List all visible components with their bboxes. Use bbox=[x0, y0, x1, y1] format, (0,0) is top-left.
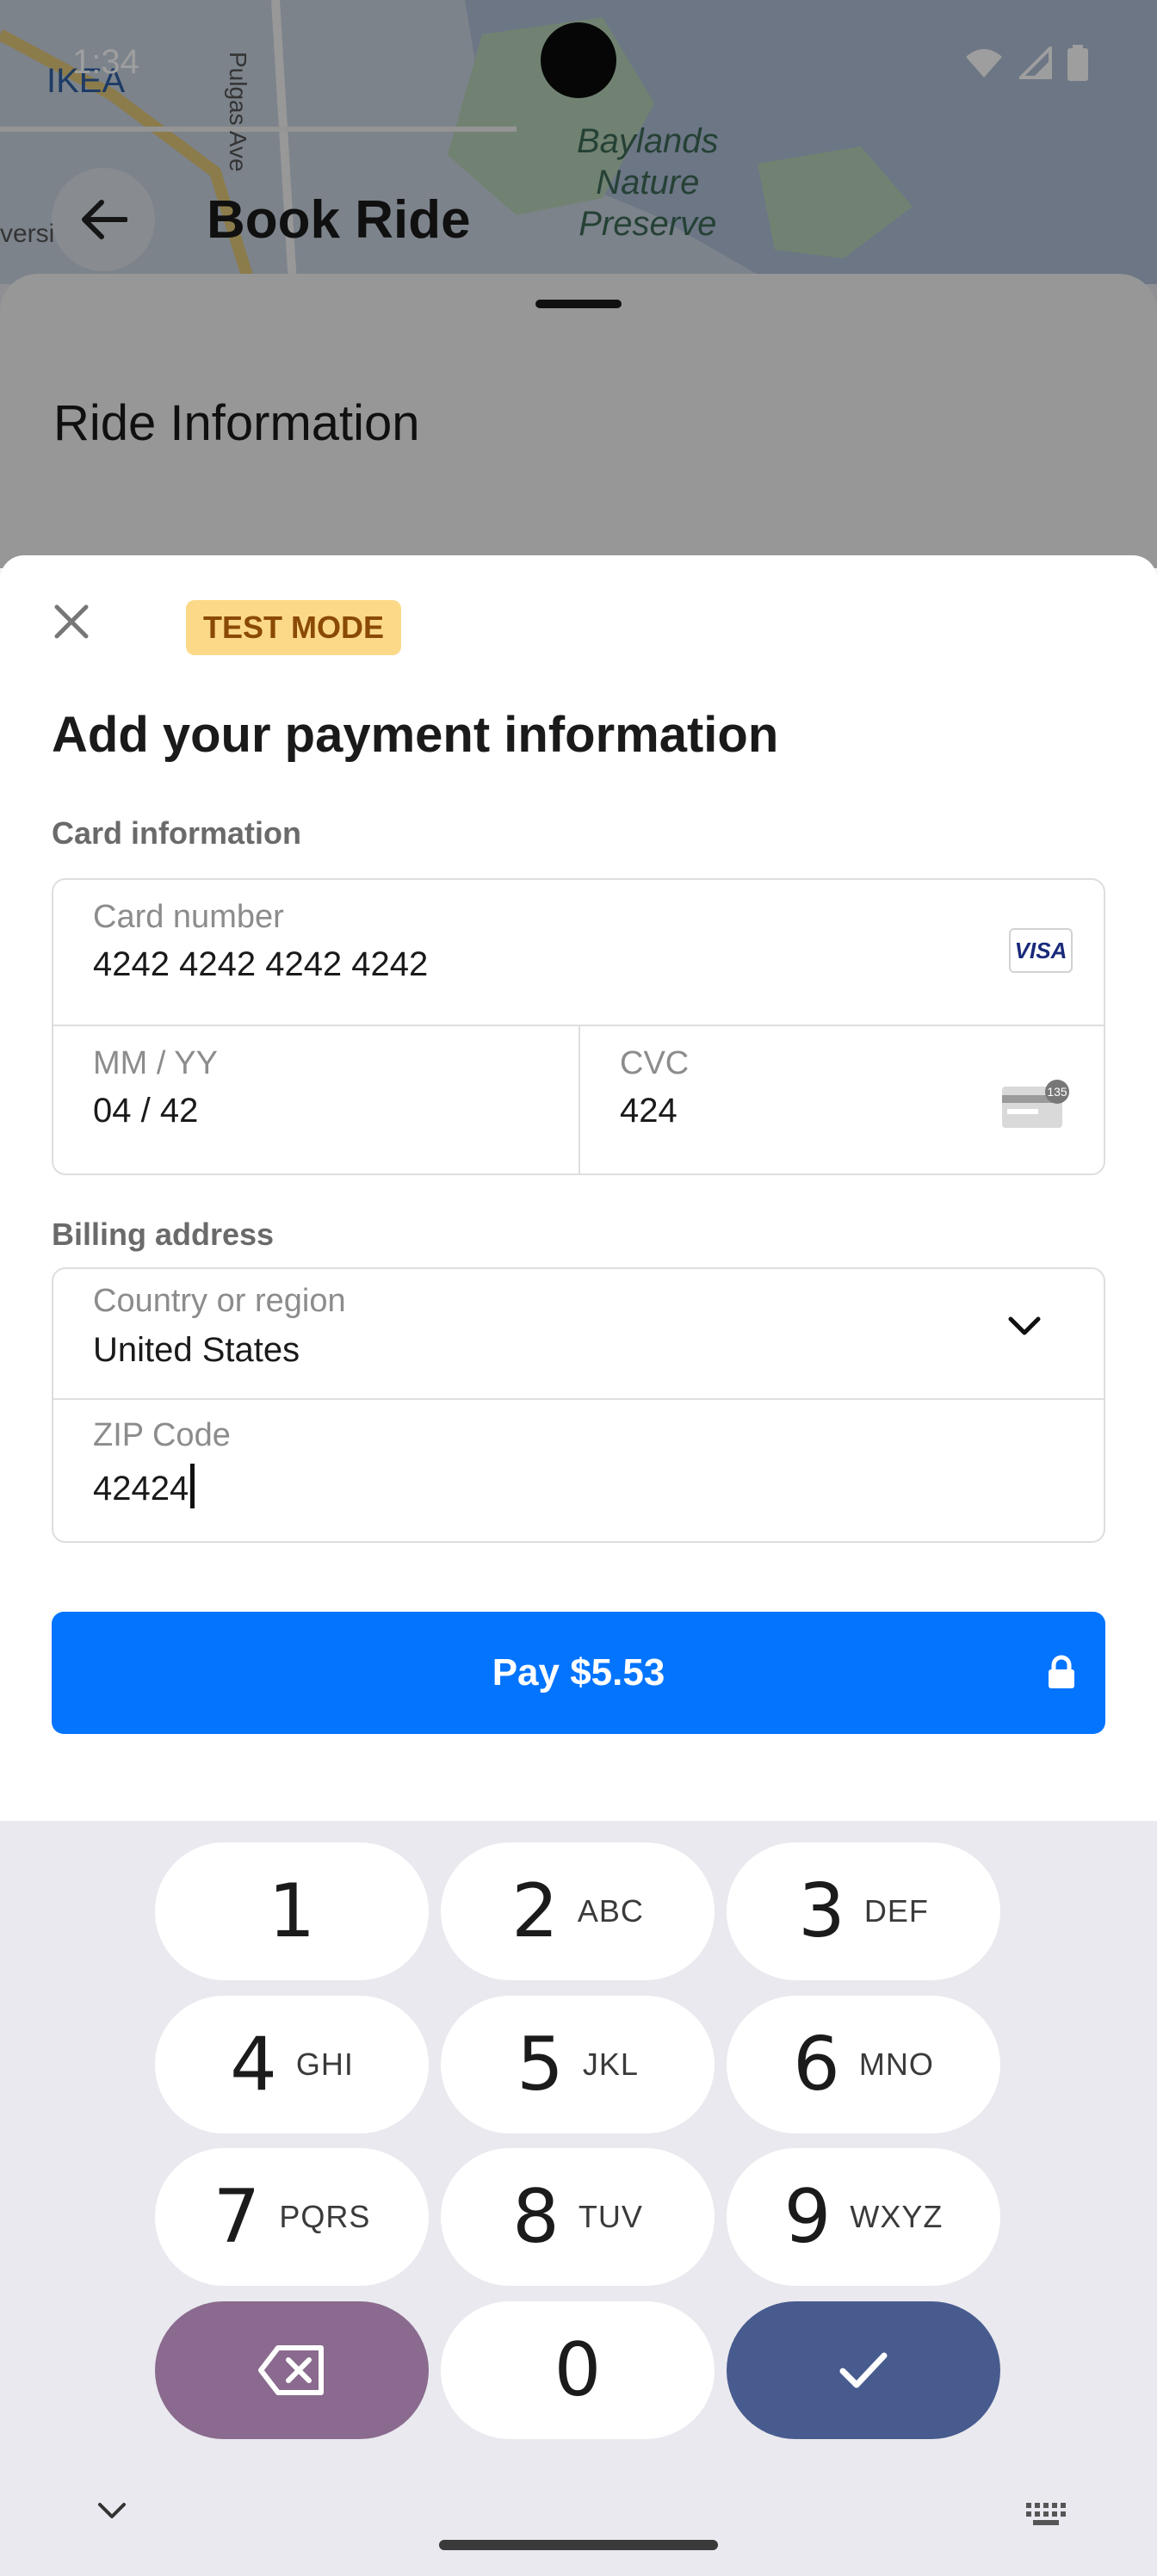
key-5[interactable]: 5 JKL bbox=[441, 1996, 715, 2133]
key-digit: 2 bbox=[511, 1868, 559, 1954]
key-0[interactable]: 0 bbox=[441, 2301, 715, 2439]
key-letters: GHI bbox=[295, 2047, 354, 2082]
cvc-badge-text: 135 bbox=[1047, 1085, 1067, 1099]
billing-section-label: Billing address bbox=[52, 1217, 275, 1252]
card-number-value: 4242 4242 4242 4242 bbox=[93, 945, 429, 983]
key-digit: 6 bbox=[793, 2022, 840, 2108]
modal-scrim[interactable] bbox=[0, 0, 1157, 568]
pay-button-label: Pay $5.53 bbox=[492, 1651, 665, 1694]
key-digit: 3 bbox=[798, 1868, 845, 1954]
keyboard-switch-icon[interactable] bbox=[1024, 2501, 1067, 2527]
close-icon bbox=[54, 604, 89, 639]
key-4[interactable]: 4 GHI bbox=[155, 1996, 429, 2133]
country-select[interactable]: Country or region United States bbox=[53, 1269, 1104, 1398]
key-letters: TUV bbox=[578, 2199, 643, 2234]
check-icon bbox=[839, 2352, 888, 2388]
zip-input[interactable]: 42424 bbox=[93, 1464, 195, 1508]
cvc-field[interactable]: CVC 424 135 bbox=[580, 1026, 1104, 1171]
key-letters: JKL bbox=[582, 2047, 639, 2082]
text-cursor bbox=[190, 1464, 195, 1508]
expiry-value: 04 / 42 bbox=[93, 1092, 199, 1130]
key-digit: 5 bbox=[517, 2022, 564, 2108]
zip-field[interactable]: ZIP Code 42424 bbox=[53, 1400, 1104, 1541]
card-number-label: Card number bbox=[93, 899, 284, 935]
pay-button[interactable]: Pay $5.53 bbox=[52, 1612, 1105, 1734]
key-letters: MNO bbox=[858, 2047, 934, 2082]
keyboard-hide-icon[interactable] bbox=[96, 2501, 127, 2520]
close-button[interactable] bbox=[50, 600, 93, 643]
cvc-card-icon: 135 bbox=[1002, 1080, 1069, 1128]
sheet-title: Add your payment information bbox=[52, 707, 779, 763]
chevron-down-icon bbox=[1008, 1316, 1041, 1335]
confirm-key[interactable] bbox=[727, 2301, 1000, 2439]
numeric-keyboard: 1 2 ABC 3 DEF 4 GHI 5 JKL 6 MNO 7 PQRS 8 TUV 9W… bbox=[0, 1821, 1157, 2576]
billing-fields: Country or region United States ZIP Code… bbox=[52, 1267, 1105, 1543]
country-label: Country or region bbox=[93, 1283, 346, 1319]
test-mode-badge: TEST MODE bbox=[186, 600, 402, 655]
card-number-field[interactable]: Card number 4242 4242 4242 4242 VISA bbox=[53, 880, 1104, 1025]
key-8[interactable]: 8 TUV bbox=[441, 2148, 715, 2286]
key-6[interactable]: 6 MNO bbox=[727, 1996, 1000, 2133]
key-letters: PQRS bbox=[279, 2199, 371, 2234]
key-digit: 8 bbox=[512, 2174, 560, 2260]
key-digit: 9 bbox=[783, 2174, 832, 2260]
backspace-key[interactable] bbox=[155, 2301, 429, 2439]
country-value: United States bbox=[93, 1331, 300, 1369]
key-3[interactable]: 3 DEF bbox=[727, 1842, 1000, 1980]
card-brand: VISA bbox=[1014, 937, 1067, 963]
cvc-value: 424 bbox=[620, 1092, 677, 1130]
card-fields: Card number 4242 4242 4242 4242 VISA MM … bbox=[52, 878, 1105, 1175]
card-section-label: Card information bbox=[52, 815, 302, 851]
key-9[interactable]: 9 WXYZ bbox=[727, 2148, 1000, 2286]
lock-icon bbox=[1049, 1655, 1074, 1688]
key-letters: WXYZ bbox=[850, 2199, 944, 2234]
key-digit: 0 bbox=[554, 2327, 602, 2413]
key-digit: 1 bbox=[268, 1868, 316, 1954]
key-digit: 7 bbox=[213, 2174, 261, 2260]
zip-label: ZIP Code bbox=[93, 1417, 231, 1453]
zip-value: 42424 bbox=[93, 1470, 189, 1508]
key-digit: 4 bbox=[230, 2022, 277, 2108]
payment-sheet: TEST MODE Add your payment information C… bbox=[0, 555, 1157, 1821]
key-letters: ABC bbox=[577, 1893, 644, 1929]
visa-icon: VISA bbox=[1009, 928, 1073, 973]
expiry-label: MM / YY bbox=[93, 1045, 218, 1081]
key-7[interactable]: 7 PQRS bbox=[155, 2148, 429, 2286]
cvc-label: CVC bbox=[620, 1045, 690, 1081]
key-letters: DEF bbox=[863, 1893, 929, 1929]
gesture-nav-bar[interactable] bbox=[439, 2540, 718, 2550]
backspace-icon bbox=[258, 2345, 324, 2395]
key-1[interactable]: 1 bbox=[155, 1842, 429, 1980]
expiry-field[interactable]: MM / YY 04 / 42 bbox=[53, 1026, 578, 1171]
key-2[interactable]: 2 ABC bbox=[441, 1842, 715, 1980]
